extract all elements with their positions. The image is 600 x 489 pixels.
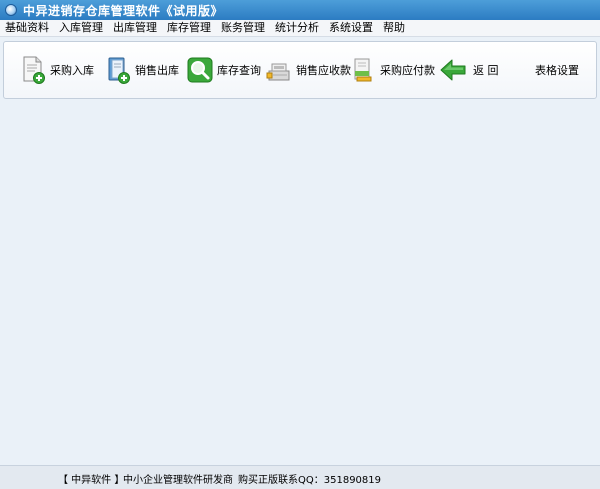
purchase-payable-label: 采购应付款 xyxy=(380,64,435,77)
app-window: 中异进销存仓库管理软件《试用版》 基础资料 入库管理 出库管理 库存管理 账务管… xyxy=(0,0,600,489)
purchase-payable-button[interactable]: 采购应付款 xyxy=(349,52,435,88)
status-contact: 购买正版联系QQ：351890819 xyxy=(238,475,382,486)
menu-statistics[interactable]: 统计分析 xyxy=(269,20,323,36)
cash-register-icon xyxy=(265,55,293,85)
inventory-query-button[interactable]: 库存查询 xyxy=(186,52,261,88)
menu-outbound[interactable]: 出库管理 xyxy=(107,20,161,36)
green-back-arrow-icon xyxy=(439,55,467,85)
sales-outbound-label: 销售出库 xyxy=(135,64,179,77)
sales-outbound-button[interactable]: 销售出库 xyxy=(104,52,179,88)
menu-inbound[interactable]: 入库管理 xyxy=(53,20,107,36)
menu-bar: 基础资料 入库管理 出库管理 库存管理 账务管理 统计分析 系统设置 帮助 xyxy=(0,20,600,37)
status-slogan: 中小企业管理软件研发商 xyxy=(123,475,233,486)
menu-basic-data[interactable]: 基础资料 xyxy=(0,20,53,36)
document-add-icon xyxy=(19,55,47,85)
ledger-icon xyxy=(349,55,377,85)
app-logo-icon xyxy=(5,4,17,16)
table-settings-button[interactable]: 表格设置 xyxy=(532,52,579,88)
purchase-inbound-label: 采购入库 xyxy=(50,64,94,77)
menu-inventory[interactable]: 库存管理 xyxy=(161,20,215,36)
sales-receivable-button[interactable]: 销售应收款 xyxy=(265,52,351,88)
workspace xyxy=(0,101,600,465)
table-settings-label: 表格设置 xyxy=(535,64,579,77)
inventory-query-label: 库存查询 xyxy=(217,64,261,77)
magnifier-icon xyxy=(186,55,214,85)
status-company: 【 中异软件 】 xyxy=(58,475,125,486)
menu-settings[interactable]: 系统设置 xyxy=(323,20,377,36)
window-title: 中异进销存仓库管理软件《试用版》 xyxy=(23,3,224,18)
back-label: 返 回 xyxy=(473,64,499,77)
title-bar[interactable]: 中异进销存仓库管理软件《试用版》 xyxy=(0,0,600,20)
book-add-icon xyxy=(104,55,132,85)
menu-help[interactable]: 帮助 xyxy=(377,20,409,36)
toolbar: 采购入库 销售出库 库存查询 销售应收款 采购应付款 返 回 表格设置 xyxy=(3,41,597,99)
status-bar: 【 中异软件 】 中小企业管理软件研发商 购买正版联系QQ：351890819 xyxy=(0,465,600,489)
purchase-inbound-button[interactable]: 采购入库 xyxy=(19,52,94,88)
back-button[interactable]: 返 回 xyxy=(439,52,499,88)
sales-receivable-label: 销售应收款 xyxy=(296,64,351,77)
menu-accounts[interactable]: 账务管理 xyxy=(215,20,269,36)
